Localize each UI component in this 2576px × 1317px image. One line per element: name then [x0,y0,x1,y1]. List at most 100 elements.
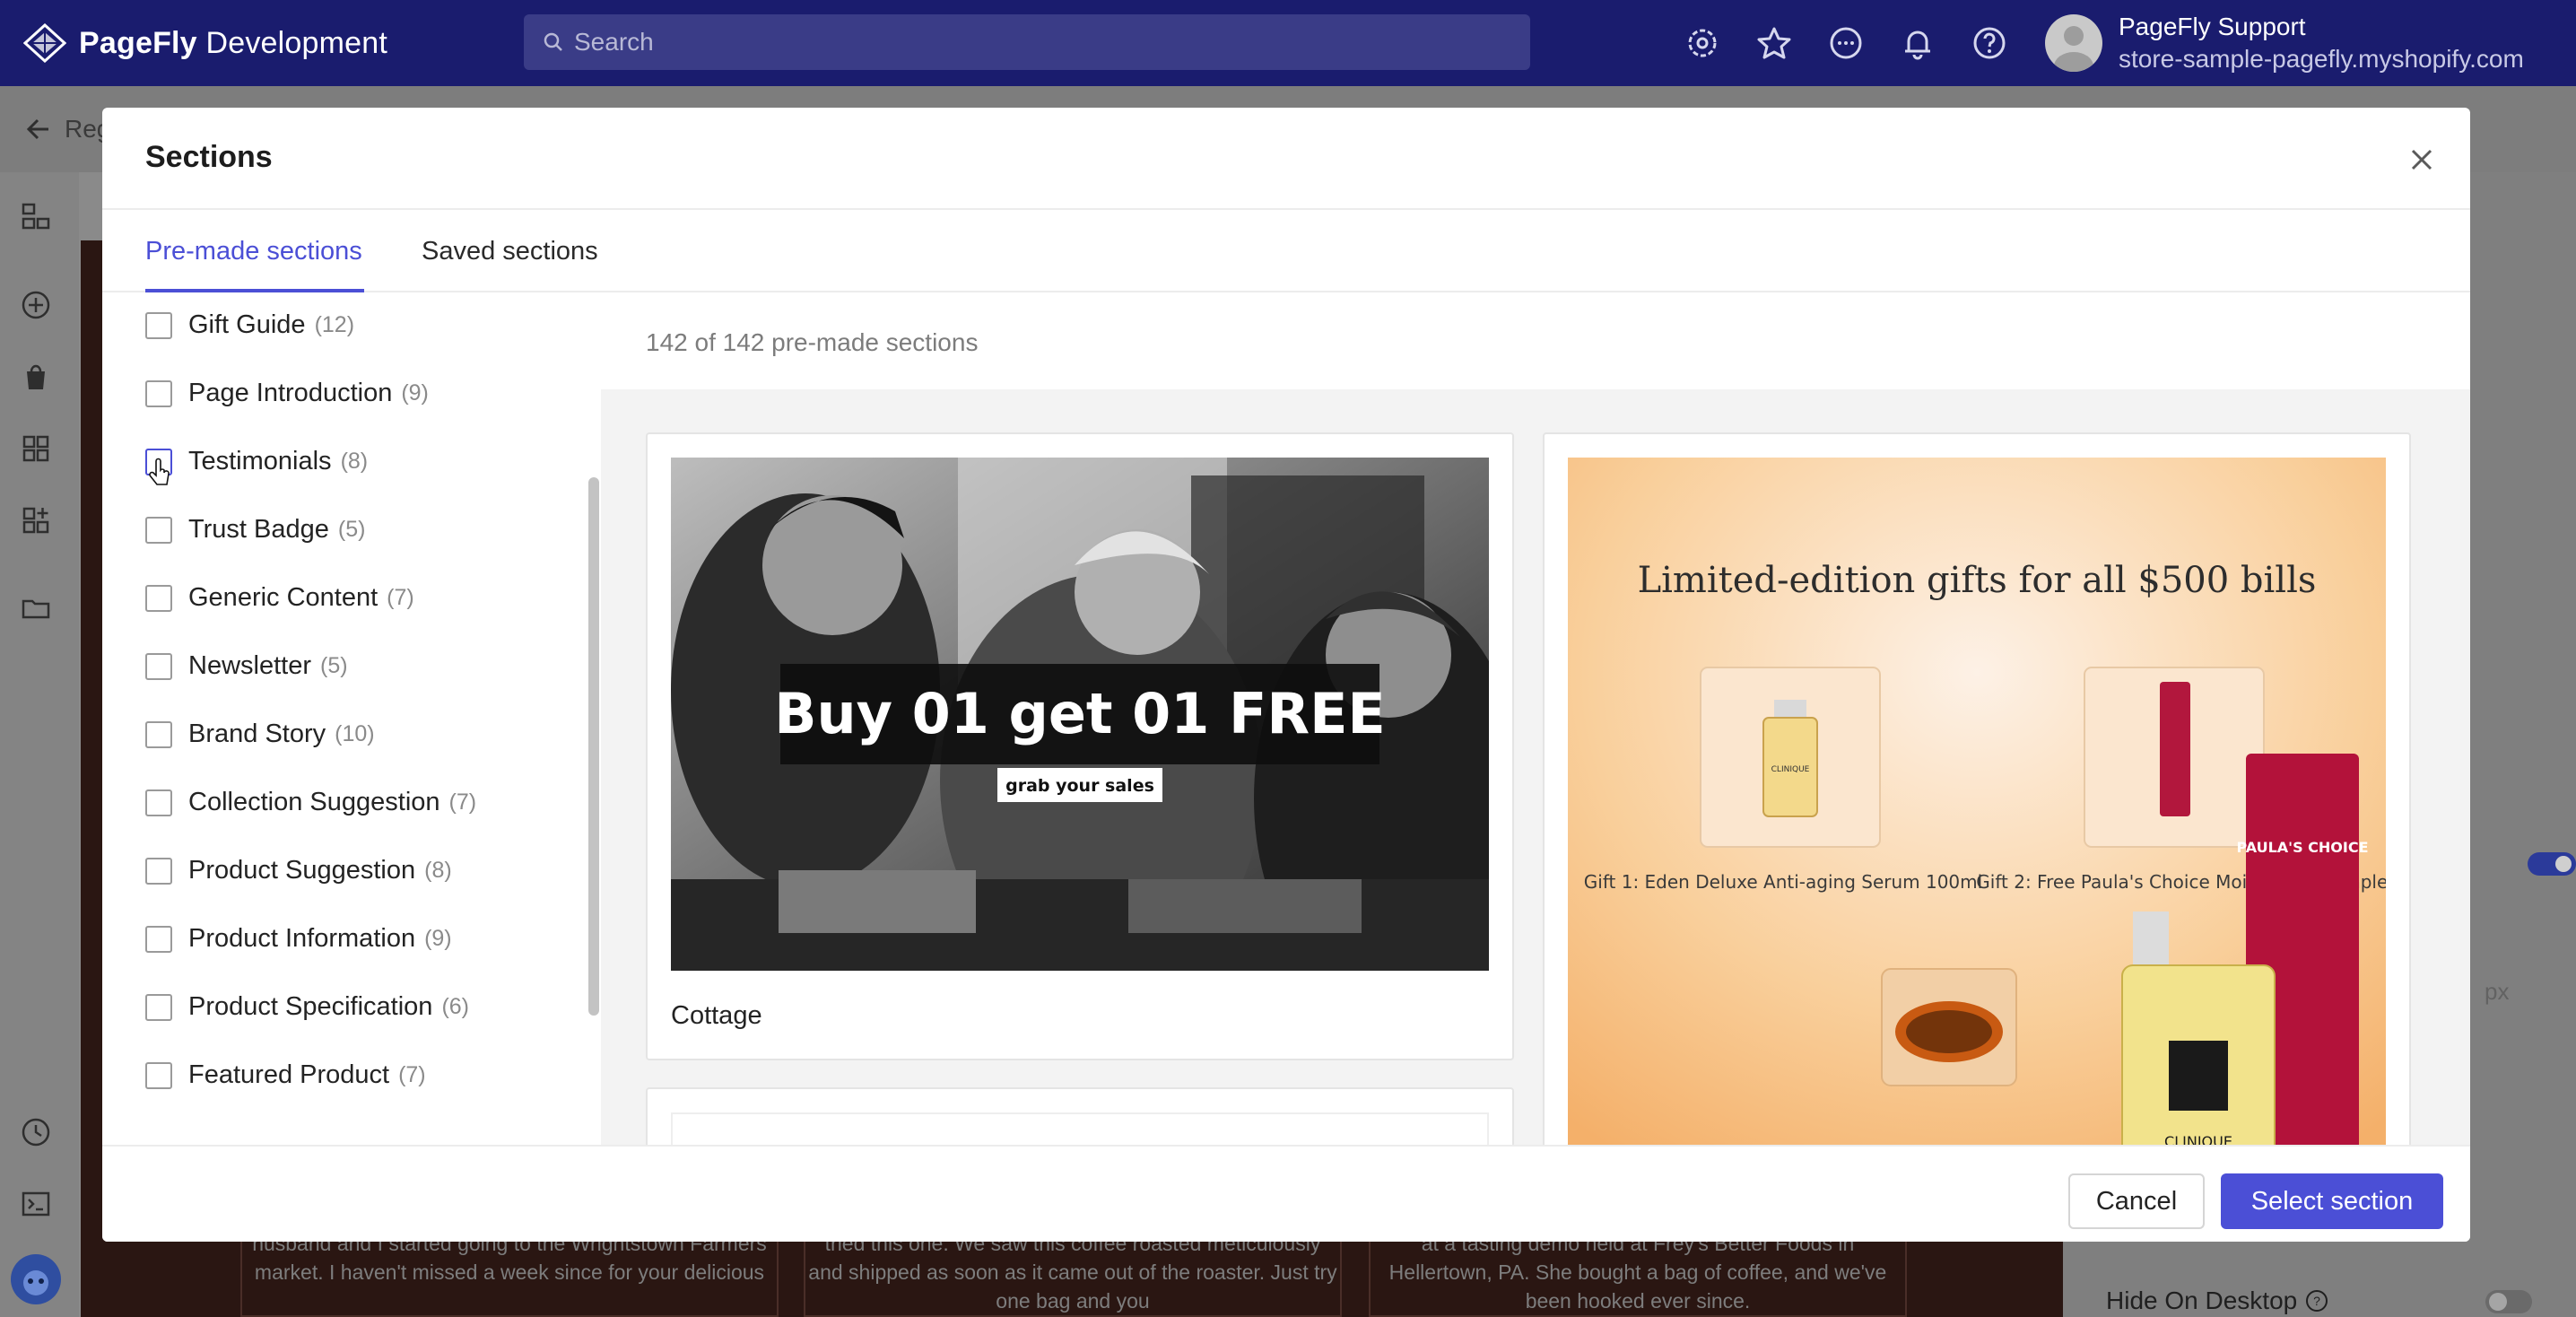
tab-saved-sections[interactable]: Saved sections [422,237,598,266]
bell-icon[interactable] [1900,25,1936,61]
cancel-button[interactable]: Cancel [2068,1173,2205,1229]
checkbox[interactable] [145,311,172,339]
category-label: Generic Content [188,583,379,612]
category-count: (8) [340,449,369,474]
bottle-brand-text: CLINIQUE [1771,765,1810,774]
checkbox[interactable] [145,652,172,680]
hide-on-desktop-label: Hide On Desktop ? [2106,1286,2329,1315]
category-count: (9) [401,380,429,406]
terminal-icon[interactable] [20,1188,52,1220]
category-label: Newsletter [188,651,311,680]
results-header: 142 of 142 pre-made sections [601,292,2470,389]
modal-title: Sections [145,140,273,174]
cottage-preview-photo: Buy 01 get 01 FREE grab your sales [671,458,1489,971]
category-brand-story[interactable]: Brand Story (10) [145,720,375,749]
settings-icon[interactable] [1684,25,1720,61]
section-preview-image [671,1112,1489,1145]
modal-header: Sections [102,108,2470,210]
apps-icon[interactable] [20,504,52,536]
category-product-information[interactable]: Product Information (9) [145,924,452,954]
checkbox[interactable] [145,857,172,885]
app-title: PageFly Development [79,25,387,60]
category-page-introduction[interactable]: Page Introduction (9) [145,379,429,408]
bottle-brand-text-2: CLINIQUE [2164,1133,2232,1145]
star-icon[interactable] [1756,25,1792,61]
back-link[interactable]: Reg [25,115,110,144]
checkbox[interactable] [145,379,172,407]
checkbox[interactable] [145,448,172,485]
search-input[interactable]: Search [524,14,1530,70]
category-collection-suggestion[interactable]: Collection Suggestion (7) [145,788,476,817]
add-element-icon[interactable] [20,289,52,321]
category-count: (7) [448,789,477,815]
category-count: (6) [441,994,469,1019]
user-avatar-icon [2054,26,2093,72]
user-name[interactable]: PageFly Support [2119,13,2306,41]
category-trust-badge[interactable]: Trust Badge (5) [145,515,365,545]
mascot-icon[interactable] [9,1252,63,1306]
search-placeholder: Search [574,28,654,56]
category-gift-guide[interactable]: Gift Guide (12) [145,310,354,340]
app-logo[interactable]: PageFly Development [23,23,387,63]
checkbox[interactable] [145,925,172,953]
sections-grid: 142 of 142 pre-made sections Buy 01 get … [601,292,2470,1145]
category-product-suggestion[interactable]: Product Suggestion (8) [145,856,452,885]
tab-pre-made-sections[interactable]: Pre-made sections [145,237,362,266]
section-card-next[interactable] [646,1087,1514,1145]
checkbox[interactable] [145,584,172,612]
category-count: (7) [398,1062,426,1087]
category-product-specification[interactable]: Product Specification (6) [145,992,469,1022]
category-list: Gift Guide (12) Page Introduction (9) Te… [102,292,601,1145]
layers-icon[interactable] [20,201,52,233]
checkbox[interactable] [145,1061,172,1089]
folder-icon[interactable] [20,592,52,624]
category-count: (5) [320,653,348,678]
category-label: Product Specification [188,992,433,1021]
help-icon[interactable] [1971,25,2007,61]
close-icon[interactable] [2406,144,2438,176]
modal-tabs: Pre-made sections Saved sections [102,210,2470,292]
category-label: Brand Story [188,720,326,748]
gift-1-text: Gift 1: Eden Deluxe Anti-aging Serum 100… [1584,871,1982,893]
top-bar: PageFly Development Search PageFly Suppo… [0,0,2576,86]
category-newsletter[interactable]: Newsletter (5) [145,651,348,681]
section-preview-image: Buy 01 get 01 FREE grab your sales [671,458,1489,971]
select-section-button[interactable]: Select section [2221,1173,2443,1229]
category-scrollbar[interactable] [588,477,599,1016]
toggle-on-icon[interactable] [2526,849,2576,879]
user-store[interactable]: store-sample-pagefly.myshopify.com [2119,45,2524,74]
category-label: Featured Product [188,1060,390,1089]
history-icon[interactable] [20,1116,52,1148]
category-count: (5) [337,517,366,542]
avatar[interactable] [2045,14,2102,72]
category-testimonials[interactable]: Testimonials (8) [145,447,369,485]
hide-on-desktop-text: Hide On Desktop [2106,1286,2298,1314]
category-generic-content[interactable]: Generic Content (7) [145,583,414,613]
hide-on-desktop-toggle[interactable] [2485,1288,2533,1315]
category-label: Product Suggestion [188,856,416,885]
section-card-cottage[interactable]: Buy 01 get 01 FREE grab your sales Cotta… [646,432,1514,1060]
section-card-gift-promo[interactable]: Limited-edition gifts for all $500 bills… [1543,432,2411,1145]
category-count: (12) [314,312,355,337]
help-icon[interactable]: ? [2304,1288,2329,1313]
section-preview-image: Limited-edition gifts for all $500 bills… [1568,458,2386,1145]
gift-promo-preview: Limited-edition gifts for all $500 bills… [1568,458,2386,1145]
grid-icon[interactable] [20,432,52,465]
chat-icon[interactable] [1828,25,1864,61]
section-card-name: Cottage [671,1001,762,1030]
category-count: (8) [424,858,452,883]
category-label: Testimonials [188,447,332,475]
category-label: Collection Suggestion [188,788,440,816]
checkbox[interactable] [145,993,172,1021]
shopify-icon[interactable] [20,361,52,393]
modal-footer: Cancel Select section [102,1145,2470,1242]
unit-label: px [2485,978,2510,1005]
category-label: Trust Badge [188,515,329,544]
checkbox[interactable] [145,720,172,748]
checkbox[interactable] [145,516,172,544]
checkbox[interactable] [145,789,172,816]
promo-headline: Limited-edition gifts for all $500 bills [1638,560,2317,601]
category-label: Gift Guide [188,310,306,339]
category-featured-product[interactable]: Featured Product (7) [145,1060,426,1090]
category-count: (9) [424,926,452,951]
